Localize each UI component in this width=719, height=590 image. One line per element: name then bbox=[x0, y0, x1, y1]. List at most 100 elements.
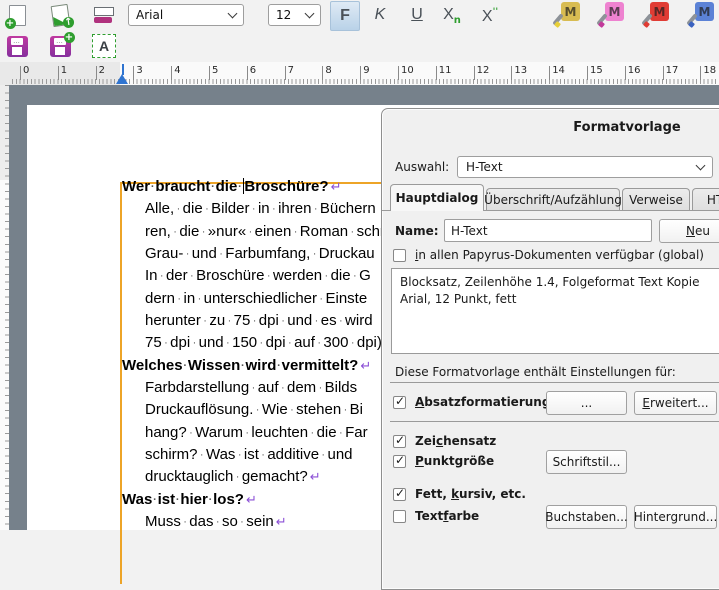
italic-icon: K bbox=[375, 7, 386, 23]
space-mark: · bbox=[279, 382, 287, 394]
printer-icon bbox=[94, 7, 114, 23]
font-size-select[interactable]: 12 bbox=[268, 4, 321, 26]
tab--berschrift-aufz-hlung[interactable]: Überschrift/Aufzählung bbox=[486, 188, 620, 211]
setting-checkbox-fett-kursiv-etc-[interactable] bbox=[393, 488, 406, 501]
underline-button[interactable]: U bbox=[403, 1, 431, 29]
ruler-unit-tick bbox=[247, 66, 248, 80]
superscript-button[interactable]: X'' bbox=[476, 1, 504, 29]
name-input[interactable]: H-Text bbox=[444, 219, 652, 242]
space-mark: · bbox=[279, 315, 287, 327]
setting-checkbox-absatzformatierung[interactable] bbox=[393, 396, 406, 409]
ruler-number: 8 bbox=[325, 65, 331, 76]
ruler-number: 11 bbox=[439, 65, 452, 76]
space-mark: · bbox=[235, 449, 243, 461]
pilcrow-mark: ↵ bbox=[308, 469, 321, 484]
space-mark: · bbox=[337, 427, 345, 439]
space-mark: · bbox=[250, 315, 258, 327]
print-button[interactable] bbox=[90, 1, 118, 29]
save-as-button[interactable]: ... + bbox=[46, 32, 74, 60]
new-document-icon: + bbox=[9, 5, 26, 26]
subscript-button[interactable]: Xn bbox=[438, 1, 466, 29]
chevron-down-icon bbox=[305, 9, 315, 19]
open-document-button[interactable]: ↑ bbox=[46, 1, 74, 29]
style-selection-value: H-Text bbox=[466, 160, 503, 174]
ruler-number: 13 bbox=[514, 65, 527, 76]
space-mark: · bbox=[288, 404, 296, 416]
tab-label: Hauptdialog bbox=[396, 191, 479, 205]
formatvorlage-dialog: Formatvorlage Auswahl: H-Text Hauptdialo… bbox=[381, 108, 719, 590]
style-selection-select[interactable]: H-Text bbox=[457, 156, 713, 178]
new-document-button[interactable]: + bbox=[3, 1, 31, 29]
space-mark: · bbox=[183, 360, 188, 372]
bold-button[interactable]: F bbox=[330, 1, 360, 31]
ruler-unit-tick bbox=[322, 66, 323, 80]
setting-label: Absatzformatierung bbox=[415, 395, 550, 409]
space-mark: · bbox=[190, 337, 198, 349]
marker-red-button[interactable]: M bbox=[642, 1, 670, 29]
chevron-down-icon bbox=[696, 161, 706, 171]
ruler-unit-tick bbox=[436, 66, 437, 80]
space-mark: · bbox=[203, 203, 211, 215]
space-mark: · bbox=[174, 203, 182, 215]
italic-button[interactable]: K bbox=[366, 1, 394, 29]
ruler-unit-tick bbox=[474, 66, 475, 80]
save-icon: ... bbox=[7, 36, 28, 57]
font-family-select[interactable]: Arial bbox=[128, 4, 244, 26]
format-text-button[interactable]: A bbox=[90, 32, 118, 60]
group-separator bbox=[390, 421, 719, 422]
Buchstaben-button[interactable]: Buchstaben... bbox=[546, 505, 627, 529]
marker-pink-button[interactable]: M bbox=[597, 1, 625, 29]
ruler-number: 14 bbox=[552, 65, 565, 76]
ruler-number: 16 bbox=[628, 65, 641, 76]
space-mark: · bbox=[257, 337, 265, 349]
ruler-unit-tick bbox=[663, 66, 664, 80]
superscript-icon: X'' bbox=[482, 6, 498, 25]
setting-label: Fett, kursiv, etc. bbox=[415, 487, 526, 501]
neu-button[interactable]: Neu bbox=[659, 219, 719, 243]
space-mark: · bbox=[308, 427, 316, 439]
name-value: H-Text bbox=[451, 224, 488, 238]
indent-marker[interactable] bbox=[116, 74, 128, 84]
vertical-ruler[interactable] bbox=[0, 85, 9, 530]
space-mark: · bbox=[348, 226, 356, 238]
space-mark: · bbox=[312, 315, 320, 327]
bold-icon: F bbox=[340, 8, 350, 24]
setting-checkbox-punktgr-e[interactable] bbox=[393, 455, 406, 468]
tab-verweise[interactable]: Verweise bbox=[622, 188, 690, 211]
space-mark: · bbox=[351, 270, 359, 282]
pilcrow-mark: ↵ bbox=[274, 514, 287, 529]
horizontal-ruler[interactable]: 0123456789101112131415161718 bbox=[0, 62, 719, 85]
setting-checkbox-zeichensatz[interactable] bbox=[393, 435, 406, 448]
space-mark: · bbox=[322, 270, 330, 282]
ruler-unit-tick bbox=[549, 66, 550, 80]
ruler-number: 12 bbox=[477, 65, 490, 76]
button-label: Buchstaben... bbox=[545, 510, 627, 524]
style-description-line: Blocksatz, Zeilenhöhe 1.4, Folgeformat T… bbox=[400, 274, 719, 291]
space-mark: · bbox=[217, 248, 225, 260]
tab-hauptdialog[interactable]: Hauptdialog bbox=[390, 184, 484, 211]
section-separator bbox=[390, 382, 719, 383]
space-mark: · bbox=[249, 382, 257, 394]
format-a-icon: A bbox=[92, 34, 116, 58]
save-button[interactable]: ... bbox=[3, 32, 31, 60]
marker-blue-button[interactable]: M bbox=[687, 1, 715, 29]
space-mark: · bbox=[341, 404, 349, 416]
style-description-box: Blocksatz, Zeilenhöhe 1.4, Folgeformat T… bbox=[391, 268, 719, 354]
ruler-unit-tick bbox=[20, 66, 21, 80]
Erweitert-button[interactable]: Erweitert... bbox=[634, 391, 717, 415]
Hintergrund-button[interactable]: Hintergrund... bbox=[634, 505, 717, 529]
neu-button-label: Neu bbox=[686, 224, 710, 238]
ruler-unit-tick bbox=[587, 66, 588, 80]
Schriftstil-button[interactable]: Schriftstil... bbox=[546, 450, 627, 474]
global-checkbox[interactable] bbox=[393, 249, 406, 262]
tab-ht[interactable]: HT bbox=[692, 188, 719, 211]
space-mark: · bbox=[195, 293, 203, 305]
marker-yellow-button[interactable]: M bbox=[553, 1, 581, 29]
more-button[interactable]: ... bbox=[546, 391, 627, 415]
ruler-unit-tick bbox=[625, 66, 626, 80]
ruler-number: 0 bbox=[23, 65, 29, 76]
setting-checkbox-textfarbe[interactable] bbox=[393, 510, 406, 523]
ruler-number: 18 bbox=[703, 65, 716, 76]
ruler-number: 10 bbox=[401, 65, 414, 76]
space-mark: · bbox=[337, 315, 345, 327]
